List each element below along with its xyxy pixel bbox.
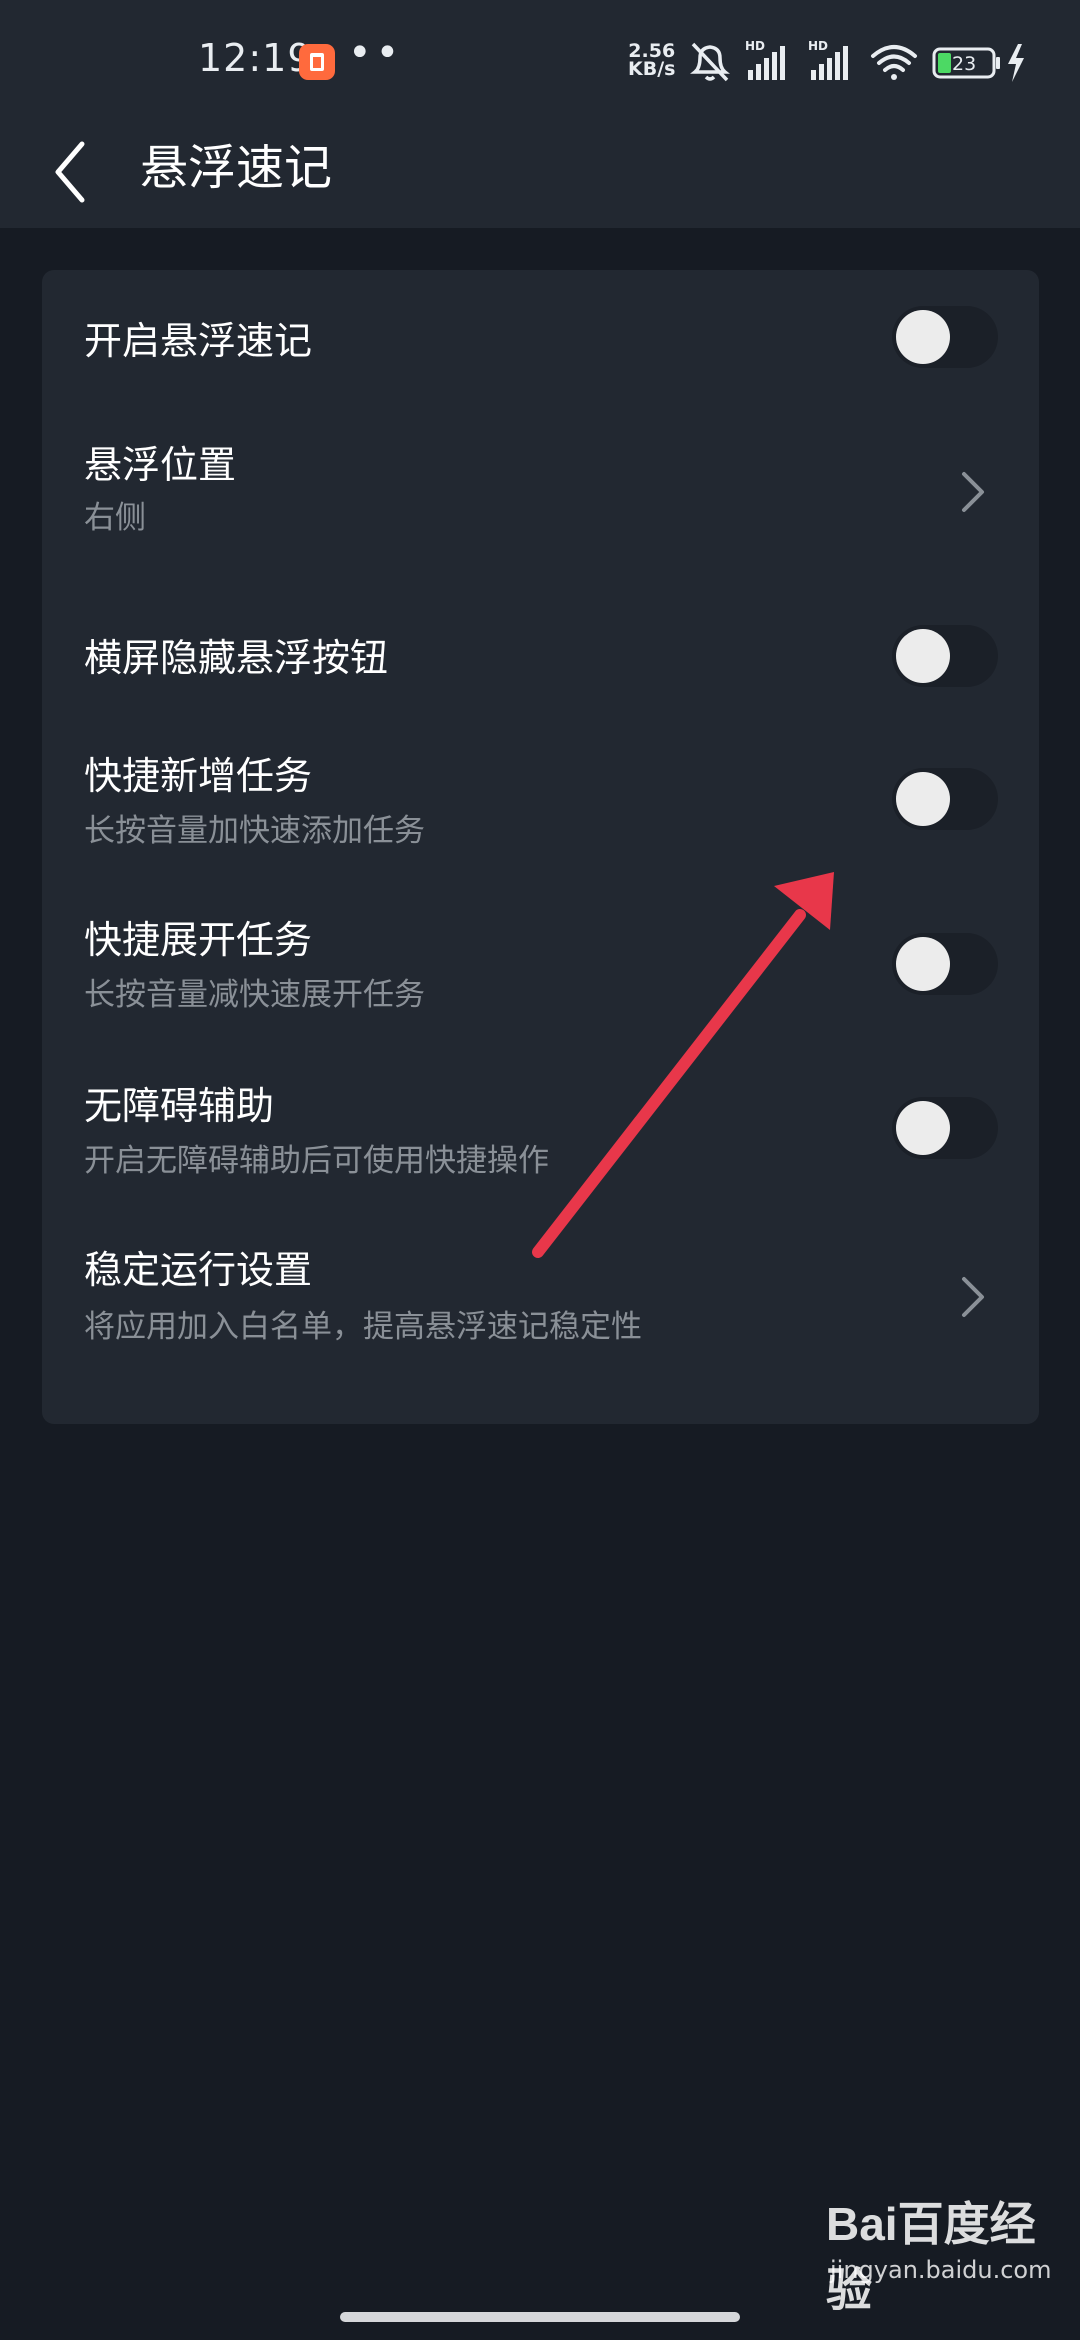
- setting-title: 快捷展开任务: [84, 918, 313, 962]
- charging-icon: [1008, 44, 1024, 82]
- watermark-url: jingyan.baidu.com: [830, 2256, 1052, 2284]
- setting-subtitle: 长按音量加快速添加任务: [84, 813, 425, 849]
- setting-row-quick-expand-task[interactable]: 快捷展开任务 长按音量减快速展开任务: [42, 891, 1039, 1055]
- toggle-knob: [896, 629, 950, 683]
- setting-title: 横屏隐藏悬浮按钮: [84, 636, 389, 680]
- network-speed: 2.56 KB/s: [628, 42, 676, 80]
- quick-expand-task-toggle[interactable]: [892, 933, 998, 995]
- status-time: 12:19: [198, 36, 313, 80]
- setting-row-accessibility[interactable]: 无障碍辅助 开启无障碍辅助后可使用快捷操作: [42, 1055, 1039, 1221]
- setting-title: 悬浮位置: [84, 443, 237, 487]
- status-bar: 12:19 •• 2.56 KB/s HD HD 23: [0, 0, 1080, 120]
- back-icon[interactable]: [44, 132, 124, 212]
- battery-level: 23: [952, 53, 976, 75]
- status-icons: HD HD 23: [690, 40, 1024, 82]
- enable-float-toggle[interactable]: [892, 306, 998, 368]
- hd-label: HD: [745, 40, 765, 53]
- setting-row-quick-add-task[interactable]: 快捷新增任务 长按音量加快速添加任务: [42, 725, 1039, 891]
- setting-title: 快捷新增任务: [84, 754, 313, 798]
- chevron-right-icon: [962, 472, 984, 512]
- setting-subtitle: 将应用加入白名单，提高悬浮速记稳定性: [84, 1309, 642, 1345]
- setting-row-hide-landscape[interactable]: 横屏隐藏悬浮按钮: [42, 587, 1039, 725]
- mute-icon: [690, 42, 730, 82]
- hide-landscape-toggle[interactable]: [892, 625, 998, 687]
- signal-icon: HD: [745, 40, 785, 80]
- app-notification-icon: [299, 44, 335, 80]
- battery-icon: 23: [932, 47, 1000, 79]
- toggle-knob: [896, 937, 950, 991]
- wifi-icon: [871, 45, 917, 80]
- hd-label: HD: [808, 40, 828, 53]
- setting-row-stable-run[interactable]: 稳定运行设置 将应用加入白名单，提高悬浮速记稳定性: [42, 1221, 1039, 1424]
- toggle-knob: [896, 310, 950, 364]
- page-title: 悬浮速记: [140, 140, 333, 196]
- toggle-knob: [896, 772, 950, 826]
- setting-title: 稳定运行设置: [84, 1248, 313, 1292]
- setting-subtitle: 右侧: [84, 500, 146, 536]
- settings-card: 开启悬浮速记 悬浮位置 右侧 横屏隐藏悬浮按钮 快捷新增任务 长按音量加快速添加…: [42, 270, 1039, 1424]
- toggle-knob: [896, 1101, 950, 1155]
- watermark-logo: Bai百度经验: [826, 2198, 1036, 2316]
- more-notifications-icon: ••: [348, 30, 404, 76]
- setting-subtitle: 开启无障碍辅助后可使用快捷操作: [84, 1143, 549, 1179]
- quick-add-task-toggle[interactable]: [892, 768, 998, 830]
- header: 悬浮速记: [0, 120, 1080, 228]
- watermark: Bai百度经验 jingyan.baidu.com: [826, 2188, 1056, 2316]
- setting-row-float-position[interactable]: 悬浮位置 右侧: [42, 402, 1039, 587]
- home-indicator[interactable]: [340, 2312, 740, 2322]
- setting-subtitle: 长按音量减快速展开任务: [84, 977, 425, 1013]
- setting-title: 无障碍辅助: [84, 1084, 275, 1128]
- network-speed-unit: KB/s: [628, 58, 676, 80]
- chevron-right-icon: [962, 1277, 984, 1317]
- setting-title: 开启悬浮速记: [84, 319, 313, 363]
- signal-icon: HD: [808, 40, 848, 80]
- accessibility-toggle[interactable]: [892, 1097, 998, 1159]
- setting-row-enable-float[interactable]: 开启悬浮速记: [42, 270, 1039, 402]
